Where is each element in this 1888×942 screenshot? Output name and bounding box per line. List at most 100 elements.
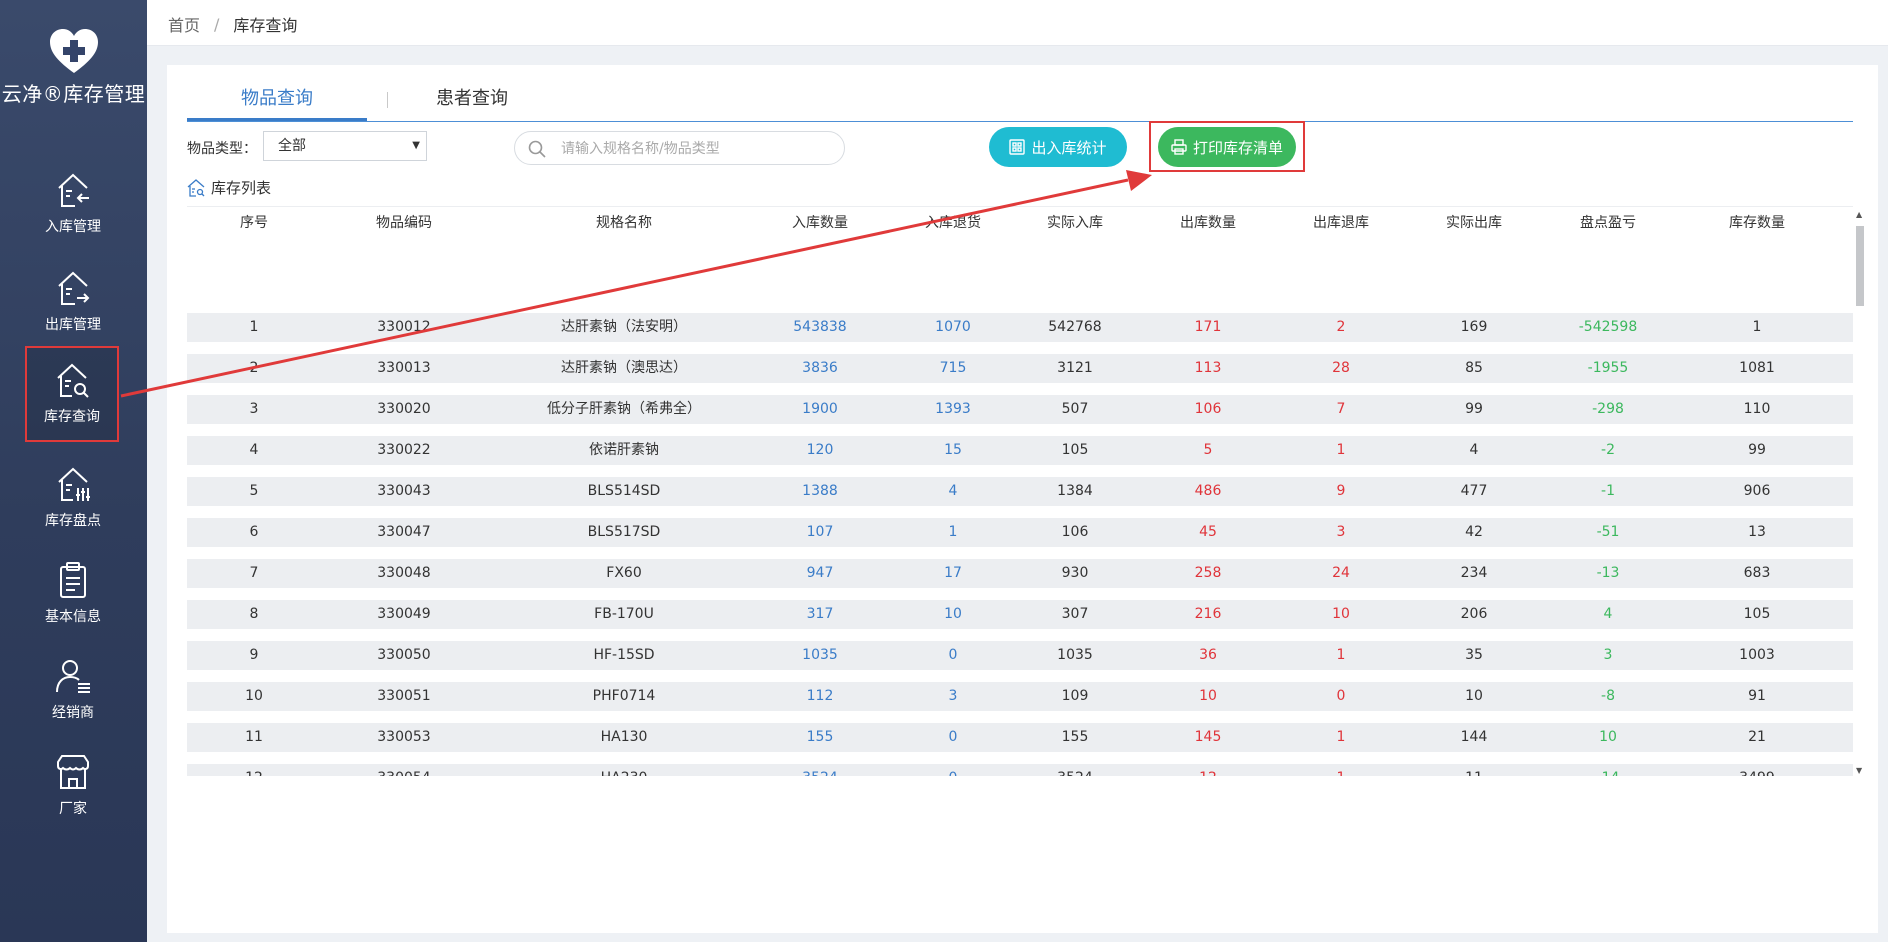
- table-cell-item-code: 330013: [377, 359, 431, 376]
- table-cell-actual-in: 507: [1061, 400, 1089, 417]
- table-row[interactable]: 7 330048 FX60 947 17 930 258 24 234 -13 683: [187, 558, 1853, 588]
- store-icon: [57, 755, 89, 789]
- table-cell-out-qty: 10: [1199, 687, 1217, 704]
- tab-patient-query[interactable]: 患者查询: [397, 79, 547, 119]
- table-row[interactable]: 1 330012 达肝素钠（法安明） 543838 1070 542768 171 2 169 -…: [187, 313, 1853, 342]
- breadcrumb-current: 库存查询: [233, 16, 298, 35]
- table-cell-item-code: 330049: [377, 605, 431, 622]
- table-row[interactable]: 10 330051 PHF0714 112 3 109 10 0 10 -8 91: [187, 681, 1853, 711]
- table-row[interactable]: 3 330020 低分子肝素钠（希弗全） 1900 1393 507 106 7 99 -298 1…: [187, 394, 1853, 424]
- table-row[interactable]: 5 330043 BLS514SD 1388 4 1384 486 9 477 -1 906: [187, 476, 1853, 506]
- search-box: [514, 131, 845, 165]
- sidebar-item-basic-info[interactable]: 基本信息: [26, 548, 120, 634]
- scroll-down-arrow-icon[interactable]: ▼: [1856, 766, 1862, 775]
- table-cell-in-return: 1070: [935, 319, 971, 335]
- table-cell-out-return: 10: [1332, 605, 1350, 622]
- sidebar-item-label: 库存查询: [44, 409, 100, 425]
- caret-down-icon: ▼: [412, 140, 420, 151]
- table-cell-in-qty: 107: [806, 523, 834, 540]
- table-row[interactable]: 8 330049 FB-170U 317 10 307 216 10 206 4 105: [187, 599, 1853, 629]
- table-row[interactable]: 6 330047 BLS517SD 107 1 106 45 3 42 -51 13: [187, 517, 1853, 547]
- table-cell-in-return: 715: [939, 359, 967, 376]
- table-cell-stock-qty: 91: [1748, 687, 1766, 704]
- breadcrumb: 首页 / 库存查询: [168, 12, 297, 36]
- table-cell-in-qty: 155: [806, 728, 834, 745]
- stats-icon: [1009, 139, 1026, 155]
- table-cell-spec-name: BLS514SD: [587, 482, 661, 499]
- table-cell-stocktake-diff: -51: [1596, 523, 1620, 540]
- table-cell-out-qty: 145: [1194, 728, 1222, 745]
- table-cell-actual-in: 155: [1061, 728, 1089, 745]
- table-cell-in-return: 0: [948, 728, 958, 745]
- search-input[interactable]: [559, 136, 833, 162]
- table-cell-in-return: 4: [948, 482, 958, 499]
- table-cell-stocktake-diff: -1955: [1587, 359, 1629, 376]
- table-cell-out-return: 3: [1336, 523, 1346, 540]
- sidebar: 云净®库存管理 入库管理 出库管理 库存查询 库存盘点 基本信息 经销商 厂家: [0, 0, 147, 942]
- table-row[interactable]: 9 330050 HF-15SD 1035 0 1035 36 1 35 3 1003: [187, 640, 1853, 670]
- table-cell-in-return: 1: [948, 523, 958, 540]
- table-cell-out-qty: 486: [1194, 482, 1222, 499]
- inventory-list-icon: [187, 178, 205, 197]
- table-cell-actual-in: 1035: [1057, 646, 1093, 663]
- table-cell-index: 10: [245, 687, 263, 704]
- scrollbar-thumb[interactable]: [1856, 226, 1864, 306]
- table-cell-actual-out: 234: [1460, 564, 1488, 581]
- table-cell-in-return: 3: [948, 687, 958, 704]
- table-cell-in-qty: 947: [806, 564, 834, 581]
- inout-stats-button[interactable]: 出入库统计: [989, 127, 1127, 167]
- sidebar-item-inbound[interactable]: 入库管理: [26, 158, 120, 244]
- table-cell-item-code: 330051: [377, 687, 431, 704]
- table-cell-actual-out: 35: [1465, 646, 1483, 663]
- table-cell-index: 6: [249, 523, 259, 540]
- sidebar-item-manufacturer[interactable]: 厂家: [26, 740, 120, 826]
- table-row[interactable]: 11 330053 HA130 155 0 155 145 1 144 10 21: [187, 722, 1853, 752]
- table-cell-stocktake-diff: -298: [1592, 400, 1624, 417]
- table-cell-index: 1: [249, 319, 259, 335]
- table-cell-actual-out: 11: [1465, 764, 1483, 776]
- table-row[interactable]: 12330054HA23035240352412111-143499: [187, 763, 1853, 776]
- table-cell-spec-name: PHF0714: [592, 687, 656, 704]
- table-cell-actual-out: 85: [1465, 359, 1483, 376]
- table-cell-actual-out: 206: [1460, 605, 1488, 622]
- table-cell-actual-out: 99: [1465, 400, 1483, 417]
- sidebar-item-outbound[interactable]: 出库管理: [26, 256, 120, 342]
- inventory-list-title: 库存列表: [187, 177, 271, 198]
- table-cell-actual-in: 3524: [1057, 764, 1093, 776]
- table-cell-out-return: 1: [1336, 441, 1346, 458]
- table-cell-out-return: 1: [1337, 764, 1346, 776]
- table-cell-spec-name: HF-15SD: [593, 646, 655, 663]
- table-cell-index: 3: [249, 400, 259, 417]
- table-cell-out-return: 2: [1336, 319, 1346, 335]
- table-cell-spec-name: 低分子肝素钠（希弗全）: [547, 400, 701, 417]
- table-cell-spec-name: HA230: [601, 764, 648, 776]
- table-cell-stock-qty: 906: [1743, 482, 1771, 499]
- breadcrumb-home-link[interactable]: 首页: [168, 12, 200, 36]
- table-cell-actual-out: 42: [1465, 523, 1483, 540]
- table-cell-item-code: 330053: [377, 728, 431, 745]
- search-icon: [528, 140, 546, 158]
- print-inventory-button[interactable]: 打印库存清单: [1158, 127, 1296, 167]
- table-cell-actual-in: 109: [1061, 687, 1089, 704]
- table-cell-index: 9: [249, 646, 259, 663]
- table-cell-stocktake-diff: -2: [1601, 441, 1615, 458]
- tab-item-query[interactable]: 物品查询: [187, 79, 367, 121]
- table-cell-out-qty: 258: [1194, 564, 1222, 581]
- table-cell-index: 2: [249, 359, 259, 376]
- table-cell-item-code: 330020: [377, 400, 431, 417]
- sidebar-item-inventory-search[interactable]: 库存查询: [25, 346, 119, 442]
- table-row[interactable]: 4 330022 依诺肝素钠 120 15 105 5 1 4 -2 99: [187, 435, 1853, 465]
- table-cell-out-return: 0: [1336, 687, 1346, 704]
- app-title: 云净®库存管理: [1, 82, 146, 106]
- sidebar-item-stocktake[interactable]: 库存盘点: [26, 452, 120, 538]
- table-scrollbar[interactable]: ▲ ▼: [1855, 210, 1865, 775]
- table-cell-item-code: 330047: [377, 523, 431, 540]
- item-type-select[interactable]: 全部 ▼: [263, 131, 427, 161]
- sidebar-item-dealer[interactable]: 经销商: [26, 644, 120, 730]
- table-cell-stock-qty: 110: [1743, 400, 1771, 417]
- scroll-up-arrow-icon[interactable]: ▲: [1856, 210, 1862, 219]
- table-cell-actual-in: 930: [1061, 564, 1089, 581]
- table-row[interactable]: 2 330013 达肝素钠（澳思达） 3836 715 3121 113 28 85 -1955 1…: [187, 353, 1853, 383]
- table-cell-stock-qty: 1081: [1739, 359, 1775, 376]
- table-cell-stock-qty: 683: [1743, 564, 1771, 581]
